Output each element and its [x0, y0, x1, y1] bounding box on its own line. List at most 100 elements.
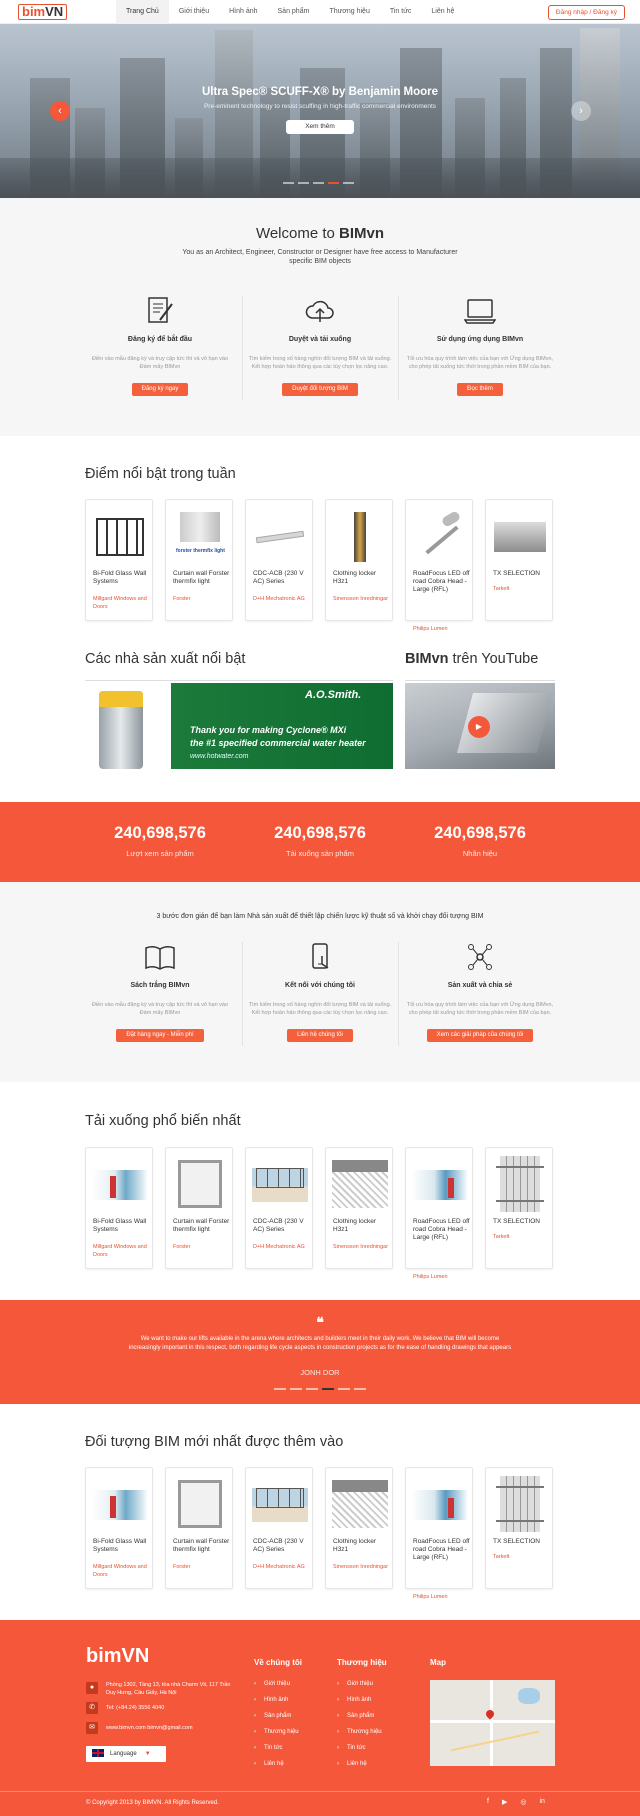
product-card[interactable]: Clothing locker H3z1 Sinensson Inredninga… [325, 1467, 393, 1589]
footer-logo[interactable]: bimVN [86, 1645, 149, 1668]
product-name: Curtain wall Forster thermfix light [173, 1538, 230, 1553]
nav-item-about[interactable]: Giới thiệu [169, 0, 219, 24]
nav-item-products[interactable]: Sản phẩm [268, 0, 320, 24]
banner-line: Thank you for making Cyclone® MXi [190, 725, 347, 735]
footer-map[interactable] [430, 1680, 555, 1766]
nav-item-images[interactable]: Hình ảnh [219, 0, 267, 24]
flooring-image [492, 508, 548, 566]
product-maker[interactable]: Millgard Windows and Doors [93, 1563, 151, 1579]
product-card[interactable]: TX SELECTION Tarkett [485, 1467, 553, 1589]
instagram-icon[interactable]: ◎ [520, 1798, 526, 1806]
banner-url: www.hotwater.com [190, 753, 249, 760]
slide-dot[interactable] [313, 182, 324, 184]
product-maker[interactable]: Philips Lumen [413, 1593, 471, 1601]
product-maker[interactable]: D+H Mechatronic AG [253, 1563, 311, 1571]
nav-item-brands[interactable]: Thương hiệu [319, 0, 379, 24]
slide-dot[interactable] [343, 182, 354, 184]
product-name: TX SELECTION [493, 1538, 540, 1545]
hero-more-button[interactable]: Xem thêm [286, 120, 354, 134]
product-card[interactable]: Clothing locker H3z1 Sinensson Inredninga… [325, 1147, 393, 1269]
product-card[interactable]: Bi-Fold Glass Wall Systems Millgard Windo… [85, 499, 153, 621]
order-now-button[interactable]: Đặt hàng ngay - Miễn phí [116, 1029, 204, 1042]
slide-dot-active[interactable] [328, 182, 339, 184]
product-maker[interactable]: Tarkett [493, 1233, 551, 1241]
product-maker[interactable]: Forster [173, 1243, 231, 1251]
product-card[interactable]: TX SELECTION Tarkett [485, 499, 553, 621]
login-register-button[interactable]: Đăng nhập / Đăng ký [547, 5, 625, 20]
product-card[interactable]: RoadFocus LED off road Cobra Head - Larg… [405, 1467, 473, 1600]
footer-link[interactable]: Sản phẩm [337, 1713, 374, 1719]
manufacturer-banner[interactable]: A.O.Smith. Thank you for making Cyclone®… [85, 683, 393, 769]
product-maker[interactable]: D+H Mechatronic AG [253, 1243, 311, 1251]
facebook-icon[interactable]: f [487, 1798, 489, 1806]
product-maker[interactable]: Tarkett [493, 585, 551, 593]
site-logo[interactable]: bimVN [18, 4, 68, 20]
product-card[interactable]: CDC-ACB (230 V AC) Series D+H Mechatronic… [245, 1467, 313, 1589]
step-title: Sách trắng BIMvn [130, 982, 190, 989]
footer-link[interactable]: Giới thiệu [254, 1681, 290, 1687]
product-maker[interactable]: Tarkett [493, 1553, 551, 1561]
product-maker[interactable]: Sinensson Inredningar [333, 1563, 391, 1571]
product-maker[interactable]: Forster [173, 1563, 231, 1571]
slide-dot-active[interactable] [322, 1388, 334, 1390]
footer-link[interactable]: Hình ảnh [254, 1697, 288, 1703]
footer-link[interactable]: Tin tức [337, 1745, 365, 1751]
product-card[interactable]: Bi-Fold Glass Wall Systems Millgard Windo… [85, 1147, 153, 1269]
bi-fold-glass-image [92, 508, 148, 566]
register-now-button[interactable]: Đăng ký ngay [131, 383, 189, 396]
locker-image [332, 508, 388, 566]
chevron-left-icon[interactable]: ‹ [50, 101, 70, 121]
slide-dot[interactable] [298, 182, 309, 184]
product-card[interactable]: RoadFocus LED off road Cobra Head - Larg… [405, 1147, 473, 1280]
contact-us-button[interactable]: Liên hệ chúng tôi [287, 1029, 353, 1042]
product-maker[interactable]: Philips Lumen [413, 625, 471, 633]
browse-bim-button[interactable]: Duyệt đối tượng BIM [282, 383, 358, 396]
product-maker[interactable]: Forster [173, 595, 231, 603]
nav-item-contact[interactable]: Liên hệ [421, 0, 464, 24]
solutions-button[interactable]: Xem các giải pháp của chúng tôi [426, 1029, 534, 1042]
slide-dot[interactable] [290, 1388, 302, 1390]
play-icon[interactable]: ▶ [468, 716, 490, 738]
footer-link[interactable]: Hình ảnh [337, 1697, 371, 1703]
slide-dot[interactable] [354, 1388, 366, 1390]
product-name: Bi-Fold Glass Wall Systems [93, 570, 147, 585]
nav-item-news[interactable]: Tin tức [380, 0, 422, 24]
linkedin-icon[interactable]: in [539, 1798, 544, 1806]
footer-phone: Tel: (+84.24) 3556 4040 [106, 1705, 165, 1711]
footer-link[interactable]: Liên hệ [254, 1761, 284, 1767]
footer-link[interactable]: Tin tức [254, 1745, 282, 1751]
product-maker[interactable]: D+H Mechatronic AG [253, 595, 311, 603]
product-card[interactable]: Curtain wall Forster thermfix light Forst… [165, 1147, 233, 1269]
read-more-button[interactable]: Đọc thêm [457, 383, 503, 396]
product-maker[interactable]: Sinensson Inredningar [333, 1243, 391, 1251]
chevron-right-icon[interactable]: › [571, 101, 591, 121]
slide-dot[interactable] [306, 1388, 318, 1390]
product-maker[interactable]: Millgard Windows and Doors [93, 1243, 151, 1259]
actuator-image [252, 1156, 308, 1214]
footer-link[interactable]: Sản phẩm [254, 1713, 291, 1719]
slide-dot[interactable] [338, 1388, 350, 1390]
product-card[interactable]: Curtain wall Forster thermfix light Forst… [165, 1467, 233, 1589]
language-select[interactable]: Language ▼ [86, 1746, 166, 1762]
product-maker[interactable]: Millgard Windows and Doors [93, 595, 151, 611]
feature-desc: Điền vào mẫu đăng ký và truy cập tức thì… [91, 356, 229, 370]
product-card[interactable]: RoadFocus LED off road Cobra Head - Larg… [405, 499, 473, 632]
footer-about-title: Về chúng tôi [254, 1658, 302, 1667]
footer-link[interactable]: Thương hiệu [337, 1729, 382, 1735]
slide-dot[interactable] [274, 1388, 286, 1390]
product-maker[interactable]: Philips Lumen [413, 1273, 471, 1281]
footer-link[interactable]: Giới thiệu [337, 1681, 373, 1687]
youtube-video-thumbnail[interactable]: ▶ [405, 683, 555, 769]
product-card[interactable]: CDC-ACB (230 V AC) Series D+H Mechatronic… [245, 1147, 313, 1269]
product-card[interactable]: TX SELECTION Tarkett [485, 1147, 553, 1269]
footer-link[interactable]: Liên hệ [337, 1761, 367, 1767]
product-card[interactable]: forster thermfix light Curtain wall Forst… [165, 499, 233, 621]
nav-item-home[interactable]: Trang Chủ [116, 0, 169, 24]
product-card[interactable]: Bi-Fold Glass Wall Systems Millgard Windo… [85, 1467, 153, 1589]
product-card[interactable]: Clothing locker H3z1 Sinensson Inredninga… [325, 499, 393, 621]
product-maker[interactable]: Sinensson Inredningar [333, 595, 391, 603]
product-card[interactable]: CDC-ACB (230 V AC) Series D+H Mechatronic… [245, 499, 313, 621]
slide-dot[interactable] [283, 182, 294, 184]
footer-link[interactable]: Thương hiệu [254, 1729, 299, 1735]
youtube-icon[interactable]: ▶ [502, 1798, 507, 1806]
